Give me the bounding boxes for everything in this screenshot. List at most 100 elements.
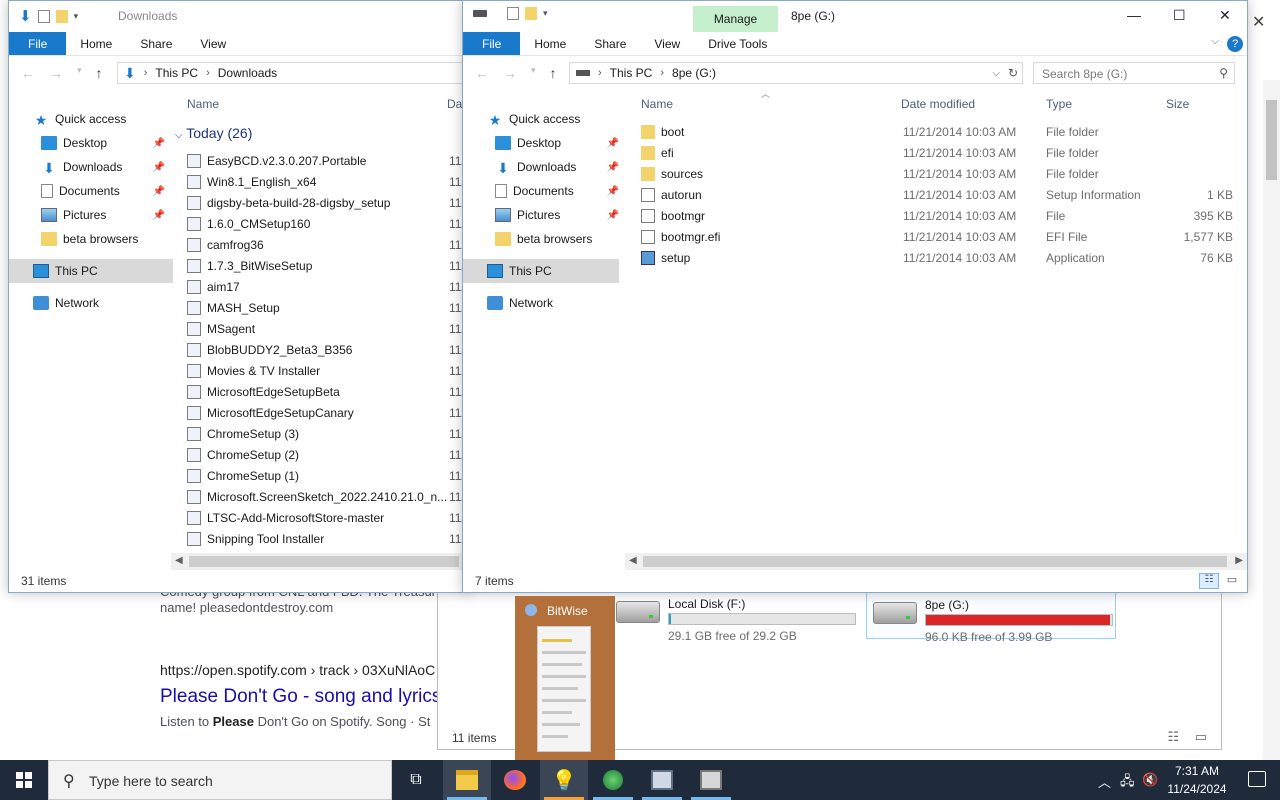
taskbar-search-input[interactable]: ⚲ Type here to search [48,760,392,800]
forward-arrow-icon[interactable]: → [503,65,517,81]
file-row[interactable]: MSagent 11/ [187,318,467,339]
large-icons-view-icon[interactable]: ▭ [1223,573,1241,589]
back-arrow-icon[interactable]: ← [475,65,489,81]
taskbar-app-installer[interactable] [687,760,735,800]
clock-time[interactable]: 7:31 AM [1162,764,1232,778]
start-button[interactable] [0,760,48,800]
nav-network[interactable]: Network [9,291,173,315]
taskbar-bitwise[interactable]: 💡 [540,760,588,800]
file-row[interactable]: efi 11/21/2014 10:03 AM File folder [641,143,1241,164]
tab-view[interactable]: View [640,32,694,55]
nav-desktop[interactable]: Desktop 📌 [463,131,627,155]
taskbar-app-globe[interactable] [589,760,637,800]
up-arrow-icon[interactable]: ↑ [96,65,103,81]
back-arrow-icon[interactable]: ← [21,65,35,81]
nav-downloads[interactable]: ⬇ Downloads 📌 [463,155,627,179]
nav-network[interactable]: Network [463,291,627,315]
nav-beta-browsers[interactable]: beta browsers [463,227,627,251]
tab-home[interactable]: Home [66,32,126,55]
breadcrumb-this-pc[interactable]: This PC [155,66,198,80]
nav-this-pc[interactable]: This PC [463,259,619,283]
refresh-icon[interactable]: ↻ [1008,66,1018,80]
show-hidden-icons-icon[interactable]: ︿ [1098,772,1111,791]
file-row[interactable]: ChromeSetup (3) 11/ [187,423,467,444]
up-arrow-icon[interactable]: ↑ [550,65,557,81]
recent-locations-icon[interactable]: ▾ [531,65,536,81]
address-path[interactable]: › This PC › 8pe (G:) ⌵ ↻ [569,62,1023,84]
breadcrumb-drive-g[interactable]: 8pe (G:) [672,66,716,80]
minimize-icon[interactable]: — [1127,7,1141,23]
maximize-icon[interactable]: ☐ [1173,7,1186,24]
notification-center-icon[interactable] [1248,771,1266,787]
details-view-icon[interactable]: ☷ [1199,573,1219,589]
browser-scrollbar[interactable] [1263,80,1280,760]
file-row[interactable]: autorun 11/21/2014 10:03 AM Setup Informat… [641,185,1241,206]
nav-beta-browsers[interactable]: beta browsers [9,227,173,251]
nav-quick-access[interactable]: ★ Quick access [463,107,627,131]
tab-home[interactable]: Home [520,32,580,55]
nav-quick-access[interactable]: ★ Quick access [9,107,173,131]
tab-share[interactable]: Share [126,32,186,55]
file-row[interactable]: camfrog36 11/ [187,234,467,255]
taskbar-firefox[interactable] [491,760,539,800]
tab-file[interactable]: File [9,32,67,55]
forward-arrow-icon[interactable]: → [49,65,63,81]
file-row[interactable]: sources 11/21/2014 10:03 AM File folder [641,164,1241,185]
recent-locations-icon[interactable]: ▾ [77,65,82,81]
nav-documents[interactable]: Documents 📌 [9,179,173,203]
file-row[interactable]: Win8.1_English_x64 11/ [187,171,467,192]
file-row[interactable]: Movies & TV Installer 11/ [187,360,467,381]
search-input[interactable]: Search 8pe (G:) ⚲ [1033,62,1235,84]
tab-share[interactable]: Share [580,32,640,55]
file-row[interactable]: bootmgr.efi 11/21/2014 10:03 AM EFI File 1,… [641,227,1241,248]
file-row[interactable]: bootmgr 11/21/2014 10:03 AM File 395 KB [641,206,1241,227]
file-row[interactable]: 1.7.3_BitWiseSetup 11/ [187,255,467,276]
clock-date[interactable]: 11/24/2024 [1162,782,1232,796]
horizontal-scrollbar[interactable]: ◀ ▶ [625,553,1247,570]
taskbar-file-explorer[interactable] [443,760,491,800]
customize-toolbar-icon[interactable]: ▾ [74,11,79,22]
file-row[interactable]: 1.6.0_CMSetup160 11/ [187,213,467,234]
taskbar-app-computer[interactable] [638,760,686,800]
tab-manage[interactable]: Manage [693,6,778,32]
drive-local-disk-f[interactable]: Local Disk (F:) 29.1 GB free of 29.2 GB [616,587,866,643]
new-folder-icon[interactable] [55,9,68,23]
nav-documents[interactable]: Documents 📌 [463,179,627,203]
breadcrumb-downloads[interactable]: Downloads [218,66,277,80]
nav-desktop[interactable]: Desktop 📌 [9,131,173,155]
result-link[interactable]: Please Don't Go - song and lyrics [160,686,441,708]
task-view-button[interactable]: ⧉ [392,760,440,800]
nav-downloads[interactable]: ⬇ Downloads 📌 [9,155,173,179]
address-path[interactable]: ⬇ › This PC › Downloads [117,62,469,84]
file-row[interactable]: digsby-beta-build-28-digsby_setup 11/ [187,192,467,213]
customize-toolbar-icon[interactable]: ▾ [543,8,548,19]
close-icon[interactable]: ✕ [1219,7,1231,24]
file-row[interactable]: MicrosoftEdgeSetupCanary 11/ [187,402,467,423]
file-row[interactable]: Snipping Tool Installer 11/ [187,528,467,549]
breadcrumb-this-pc[interactable]: This PC [610,66,653,80]
view-toggle-icons[interactable]: ☷ ▭ [1167,729,1213,745]
file-row[interactable]: ChromeSetup (2) 11/ [187,444,467,465]
column-header-type[interactable]: Type [1046,97,1072,111]
browser-close-icon[interactable]: ✕ [1252,12,1265,32]
file-row[interactable]: EasyBCD.v2.3.0.207.Portable 11/ [187,150,467,171]
file-row[interactable]: MicrosoftEdgeSetupBeta 11/ [187,381,467,402]
tab-file[interactable]: File [463,32,521,55]
network-status-icon[interactable]: 🖧 [1120,772,1135,794]
group-header-today[interactable]: ⌵ Today (26) [175,125,252,141]
properties-icon[interactable] [507,7,519,20]
properties-icon[interactable] [37,9,50,23]
expand-ribbon-icon[interactable]: ⌵ [1211,36,1219,47]
help-icon[interactable]: ? [1227,36,1243,52]
bitwise-thumbnail-preview[interactable]: BitWise [515,596,615,760]
file-row[interactable]: Microsoft.ScreenSketch_2022.2410.21.0_n.… [187,486,467,507]
tab-drive-tools[interactable]: Drive Tools [694,32,781,55]
file-row[interactable]: LTSC-Add-MicrosoftStore-master 11/ [187,507,467,528]
new-folder-icon[interactable] [525,7,537,20]
file-row[interactable]: ChromeSetup (1) 11/ [187,465,467,486]
result-url[interactable]: https://open.spotify.com › track › 03XuN… [160,662,435,678]
column-header-date-modified[interactable]: Date modified [901,97,975,111]
nav-pictures[interactable]: Pictures 📌 [463,203,627,227]
file-row[interactable]: BlobBUDDY2_Beta3_B356 11/ [187,339,467,360]
address-dropdown-icon[interactable]: ⌵ [992,68,1000,79]
